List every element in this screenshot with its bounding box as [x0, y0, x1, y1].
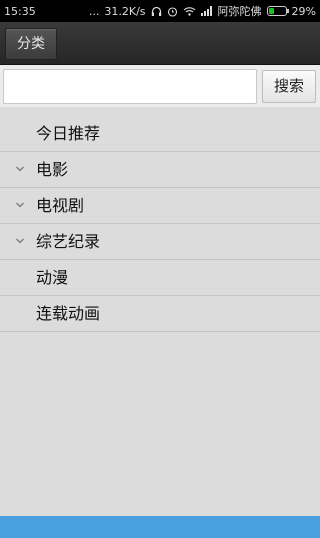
list-item[interactable]: 动漫 — [0, 260, 320, 296]
list-item[interactable]: 电视剧 — [0, 188, 320, 224]
chevron-down-icon — [16, 202, 24, 208]
app-screen: 15:35 ... 31.2K/s 阿弥陀佛 29% 分类 搜索 今日推荐 电影… — [0, 0, 320, 538]
battery-fill — [268, 8, 274, 14]
network-speed: 31.2K/s — [104, 4, 146, 18]
chevron-down-icon — [16, 166, 24, 172]
category-button[interactable]: 分类 — [5, 28, 57, 60]
list-item[interactable]: 今日推荐 — [0, 116, 320, 152]
status-dots: ... — [88, 4, 100, 18]
list-item-label: 动漫 — [36, 268, 69, 287]
alarm-icon — [167, 6, 178, 17]
search-input[interactable] — [3, 69, 257, 104]
status-bar: 15:35 ... 31.2K/s 阿弥陀佛 29% — [0, 0, 320, 22]
carrier-name: 阿弥陀佛 — [217, 5, 262, 18]
battery-percent: 29% — [291, 4, 316, 18]
signal-icon — [200, 6, 213, 16]
search-bar: 搜索 — [0, 65, 320, 107]
list-item[interactable]: 电影 — [0, 152, 320, 188]
list-item[interactable]: 连载动画 — [0, 296, 320, 332]
list-item[interactable]: 综艺纪录 — [0, 224, 320, 260]
list-item-label: 电影 — [36, 160, 69, 179]
status-time: 15:35 — [4, 4, 36, 18]
category-list: 今日推荐电影电视剧综艺纪录动漫连载动画 — [0, 116, 320, 332]
list-item-label: 综艺纪录 — [36, 232, 101, 251]
list-item-label: 今日推荐 — [36, 124, 101, 143]
search-button[interactable]: 搜索 — [262, 70, 316, 103]
wifi-icon — [183, 6, 196, 16]
list-item-label: 电视剧 — [36, 196, 85, 215]
battery-icon — [266, 6, 289, 16]
headphones-icon — [151, 6, 162, 17]
bottom-bar — [0, 516, 320, 538]
chevron-down-icon — [16, 238, 24, 244]
list-item-label: 连载动画 — [36, 304, 101, 323]
action-bar: 分类 — [0, 22, 320, 65]
